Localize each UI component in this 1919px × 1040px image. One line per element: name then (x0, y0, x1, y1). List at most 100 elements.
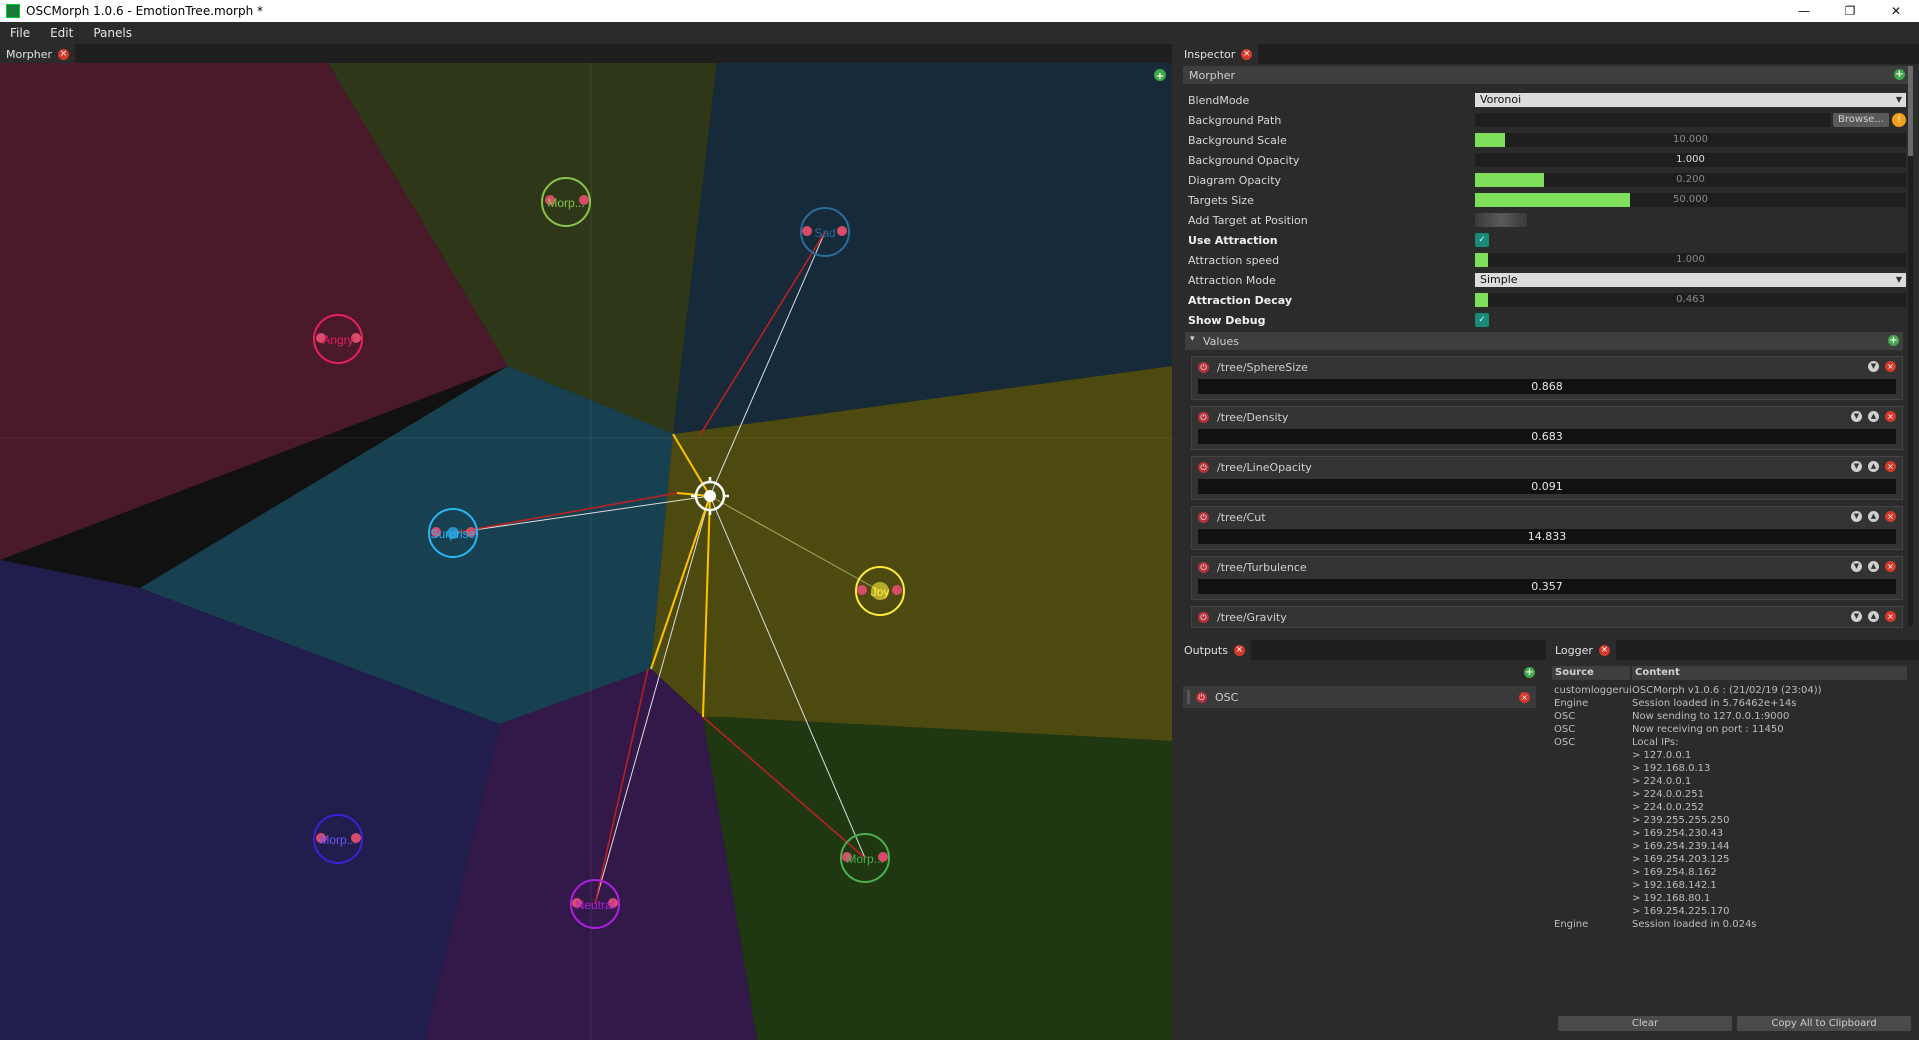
power-icon[interactable]: ⏻ (1198, 361, 1209, 373)
attraction-mode-select[interactable]: Simple ▼ (1475, 273, 1906, 287)
path-input[interactable] (1475, 113, 1830, 127)
close-icon[interactable]: × (1885, 411, 1896, 422)
log-row: > 224.0.0.251 (1552, 788, 1912, 801)
field-value: 1.000 (1676, 154, 1705, 165)
log-row: > 192.168.80.1 (1552, 892, 1912, 905)
add-target-button[interactable]: + (1154, 69, 1166, 82)
close-icon[interactable]: × (1233, 644, 1245, 656)
use-attraction-checkbox[interactable]: ✓ (1475, 233, 1906, 247)
copy-all-button[interactable]: Copy All to Clipboard (1737, 1016, 1911, 1031)
plus-icon[interactable]: + (1894, 69, 1905, 80)
blendmode-select[interactable]: Voronoi ▼ (1475, 93, 1906, 107)
reset-icon[interactable]: ! (1892, 113, 1906, 127)
close-icon[interactable]: × (1885, 511, 1896, 522)
output-label: OSC (1215, 690, 1239, 704)
menu-file[interactable]: File (0, 26, 40, 40)
value-field[interactable]: 0.091 (1198, 479, 1896, 494)
power-icon[interactable]: ⏻ (1198, 561, 1209, 573)
tab-logger[interactable]: Logger × (1549, 640, 1616, 660)
background-path-field[interactable]: Browse... ! (1475, 113, 1906, 127)
chevron-down-icon: ▾ (1190, 334, 1195, 344)
diagram-opacity-slider[interactable]: 0.200 (1475, 173, 1906, 187)
value-field[interactable]: 0.683 (1198, 429, 1896, 444)
value-field[interactable]: 0.868 (1198, 379, 1896, 394)
targets-size-slider[interactable]: 50.000 (1475, 193, 1906, 207)
add-target-trigger[interactable] (1475, 213, 1906, 227)
value-item[interactable]: ⏻ /tree/Turbulence ▼ ▲ × 0.357 (1191, 556, 1903, 600)
close-icon[interactable]: × (1885, 461, 1896, 472)
close-icon[interactable]: × (1885, 361, 1896, 372)
column-content[interactable]: Content (1632, 666, 1907, 680)
column-source[interactable]: Source (1552, 666, 1630, 680)
chevron-down-icon[interactable]: ▼ (1868, 361, 1879, 372)
minimize-button[interactable]: — (1781, 0, 1827, 22)
prop-add-target: Add Target at Position (1188, 210, 1908, 230)
close-icon[interactable]: × (1885, 611, 1896, 622)
clear-button[interactable]: Clear (1558, 1016, 1732, 1031)
select-value: Voronoi (1480, 93, 1522, 106)
power-icon[interactable]: ⏻ (1198, 461, 1209, 473)
chevron-up-icon[interactable]: ▲ (1868, 561, 1879, 572)
chevron-down-icon[interactable]: ▼ (1851, 561, 1862, 572)
output-item-osc[interactable]: ⏻ OSC × (1183, 686, 1536, 708)
close-icon[interactable]: × (58, 48, 69, 60)
value-item[interactable]: ⏻ /tree/SphereSize ▼ × 0.868 (1191, 356, 1903, 400)
power-icon[interactable]: ⏻ (1198, 511, 1209, 523)
value-item[interactable]: ⏻ /tree/Density ▼ ▲ × 0.683 (1191, 406, 1903, 450)
log-row: > 169.254.203.125 (1552, 853, 1912, 866)
slider-value: 0.463 (1676, 294, 1705, 305)
value-item[interactable]: ⏻ /tree/Gravity ▼ ▲ × (1191, 606, 1903, 628)
maximize-button[interactable]: ❐ (1827, 0, 1873, 22)
power-icon[interactable]: ⏻ (1198, 611, 1209, 623)
target-label: Sad (814, 226, 835, 240)
log-content: > 169.254.225.170 (1632, 906, 1730, 917)
show-debug-checkbox[interactable]: ✓ (1475, 313, 1906, 327)
attraction-decay-slider[interactable]: 0.463 (1475, 293, 1906, 307)
slider-value: 10.000 (1673, 134, 1708, 145)
logger-header: Source Content (1552, 666, 1907, 680)
power-icon[interactable]: ⏻ (1196, 691, 1207, 703)
chevron-up-icon[interactable]: ▲ (1868, 611, 1879, 622)
close-window-button[interactable]: ✕ (1873, 0, 1919, 22)
chevron-up-icon[interactable]: ▲ (1868, 511, 1879, 522)
morpher-section-header[interactable]: Morpher + (1183, 66, 1909, 84)
browse-button[interactable]: Browse... (1833, 113, 1889, 127)
close-icon[interactable]: × (1241, 48, 1253, 60)
inspector-scrollbar[interactable] (1908, 66, 1913, 626)
plus-icon[interactable]: + (1888, 335, 1899, 346)
attraction-speed-slider[interactable]: 1.000 (1475, 253, 1906, 267)
power-icon[interactable]: ⏻ (1198, 411, 1209, 423)
close-icon[interactable]: × (1885, 561, 1896, 572)
chevron-up-icon[interactable]: ▲ (1868, 461, 1879, 472)
value-field[interactable]: 0.357 (1198, 579, 1896, 594)
tab-outputs[interactable]: Outputs × (1178, 640, 1251, 660)
chevron-down-icon[interactable]: ▼ (1851, 411, 1862, 422)
background-opacity-field[interactable]: 1.000 (1475, 153, 1906, 167)
log-content: > 127.0.0.1 (1632, 750, 1692, 761)
background-scale-slider[interactable]: 10.000 (1475, 133, 1906, 147)
close-icon[interactable]: × (1519, 692, 1530, 703)
target-label: Morp... (547, 196, 584, 210)
log-source (1552, 749, 1632, 762)
values-section-header[interactable]: ▾ Values + (1185, 332, 1903, 350)
value-item[interactable]: ⏻ /tree/LineOpacity ▼ ▲ × 0.091 (1191, 456, 1903, 500)
add-output-button[interactable]: + (1524, 667, 1535, 678)
morpher-canvas[interactable]: Morp... Sad Angry Surprise Joy Morp... N… (0, 63, 1172, 1040)
log-source (1552, 775, 1632, 788)
value-item[interactable]: ⏻ /tree/Cut ▼ ▲ × 14.833 (1191, 506, 1903, 550)
menu-panels[interactable]: Panels (83, 26, 142, 40)
log-row: > 169.254.239.144 (1552, 840, 1912, 853)
chevron-down-icon[interactable]: ▼ (1851, 461, 1862, 472)
prop-label: Show Debug (1188, 313, 1266, 327)
log-source (1552, 905, 1632, 918)
chevron-up-icon[interactable]: ▲ (1868, 411, 1879, 422)
value-field[interactable]: 14.833 (1198, 529, 1896, 544)
close-icon[interactable]: × (1598, 644, 1610, 656)
chevron-down-icon[interactable]: ▼ (1851, 511, 1862, 522)
drag-handle[interactable] (1187, 690, 1190, 704)
prop-label: Background Path (1188, 113, 1282, 127)
tab-morpher[interactable]: Morpher × (0, 44, 75, 64)
tab-inspector[interactable]: Inspector × (1178, 44, 1259, 64)
chevron-down-icon[interactable]: ▼ (1851, 611, 1862, 622)
menu-edit[interactable]: Edit (40, 26, 83, 40)
